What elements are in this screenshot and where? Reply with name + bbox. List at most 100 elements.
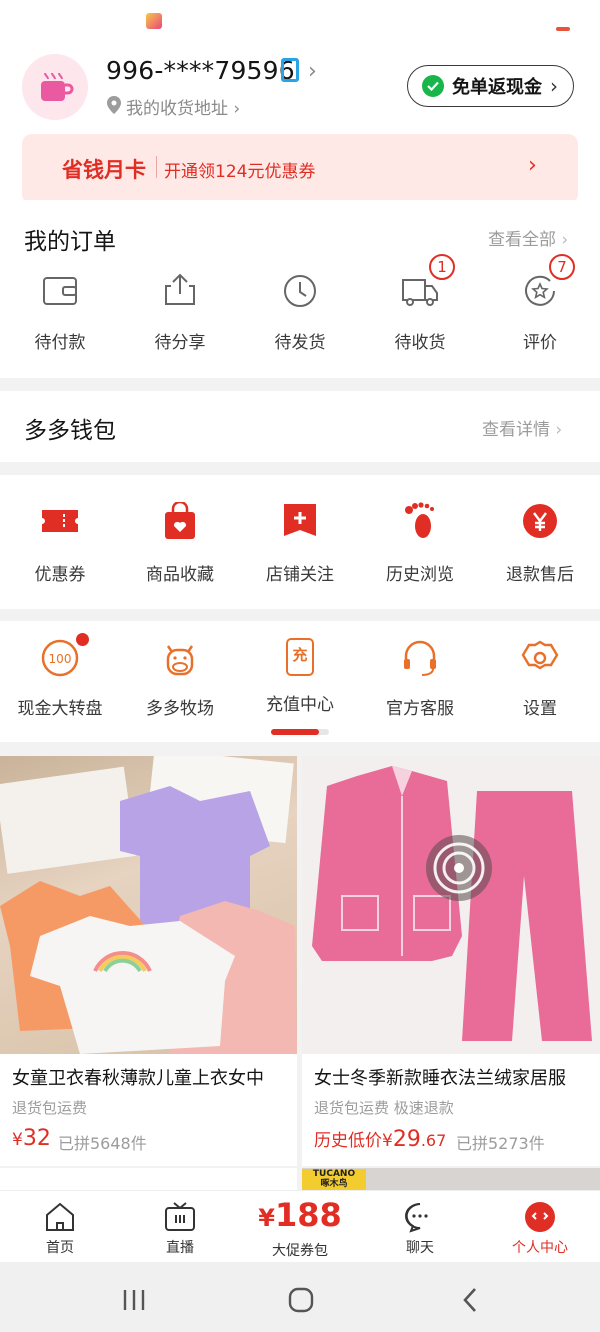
svg-text:100: 100 — [49, 652, 72, 666]
price-value: 29 — [392, 1127, 421, 1152]
phone-icon[interactable] — [281, 58, 299, 82]
order-label: 待分享 — [154, 333, 206, 353]
check-icon — [422, 75, 444, 97]
chevron-right-icon[interactable]: › — [528, 153, 537, 178]
coupon-icon — [42, 510, 78, 532]
service-cash-wheel[interactable]: 100 现金大转盘 — [0, 638, 120, 719]
product-title[interactable]: 女童卫衣春秋薄款儿童上衣女中 — [12, 1064, 288, 1090]
sold-count: 已拼5648件 — [58, 1134, 147, 1153]
location-pin-icon — [107, 96, 121, 114]
service-label: 官方客服 — [386, 699, 454, 719]
nav-label: 聊天 — [406, 1240, 434, 1256]
product-image-kids-sweatshirts[interactable] — [0, 756, 297, 1054]
product-card-peek — [0, 1168, 297, 1190]
order-label: 待发货 — [274, 333, 326, 353]
currency-symbol: ¥ — [258, 1204, 275, 1232]
product-price: ¥32 — [12, 1126, 51, 1151]
clock-icon — [284, 275, 316, 307]
shortcut-label: 店铺关注 — [266, 565, 334, 585]
back-icon — [463, 1288, 476, 1312]
cow-icon — [166, 645, 194, 676]
settings-icon — [521, 640, 559, 670]
nav-live[interactable]: 直播 — [120, 1201, 240, 1257]
recent-apps-button[interactable] — [121, 1288, 147, 1316]
price-prefix: 历史低价 — [314, 1131, 382, 1151]
cup-icon — [41, 72, 74, 101]
app-notification-icon — [146, 13, 162, 29]
currency-symbol: ¥ — [12, 1130, 23, 1150]
service-recharge[interactable]: 充 充值中心 — [240, 638, 360, 715]
order-pending-payment[interactable]: 待付款 — [0, 272, 120, 353]
free-order-cashback-button[interactable]: 免单返现金 › — [407, 65, 574, 107]
nav-coupon-pack[interactable]: ¥188 大促券包 — [240, 1196, 360, 1260]
orders-title: 我的订单 — [24, 229, 116, 255]
shortcut-label: 优惠券 — [34, 565, 86, 585]
product-price: 历史低价¥29.67 — [314, 1126, 446, 1152]
notification-dot — [76, 633, 89, 646]
share-icon — [165, 273, 195, 305]
order-pending-shipment[interactable]: 待发货 — [240, 272, 360, 353]
savings-card-subtitle: 开通领124元优惠券 — [164, 162, 316, 182]
order-pending-receipt[interactable]: 待收货 — [360, 272, 480, 353]
view-wallet-details-link[interactable]: 查看详情 › — [482, 415, 562, 440]
shortcut-label: 退款售后 — [506, 565, 574, 585]
service-settings[interactable]: 设置 — [480, 638, 600, 719]
nav-label: 个人中心 — [512, 1240, 568, 1256]
shortcut-refunds[interactable]: 退款售后 — [480, 502, 600, 585]
store-plus-icon — [284, 504, 316, 536]
nav-home[interactable]: 首页 — [0, 1201, 120, 1257]
nav-label: 直播 — [166, 1240, 194, 1256]
home-button[interactable] — [287, 1286, 315, 1318]
shortcut-followed-stores[interactable]: 店铺关注 — [240, 502, 360, 585]
view-details-label: 查看详情 — [482, 420, 550, 440]
brand-logo: TUCANO 啄木鸟 — [302, 1169, 366, 1190]
shipping-address-link[interactable]: 我的收货地址 › — [126, 94, 240, 119]
view-all-orders-link[interactable]: 查看全部 › — [488, 225, 568, 250]
bag-heart-icon — [165, 500, 195, 539]
footprint-icon — [405, 502, 434, 538]
amount-value: 188 — [274, 1196, 342, 1234]
shortcut-coupons[interactable]: 优惠券 — [0, 502, 120, 585]
view-all-label: 查看全部 — [488, 230, 556, 250]
home-icon — [46, 1202, 74, 1231]
service-label: 多多牧场 — [146, 699, 214, 719]
nav-label: 大促券包 — [272, 1243, 328, 1259]
service-label: 设置 — [523, 699, 557, 719]
tv-icon — [165, 1202, 195, 1231]
shortcut-history[interactable]: 历史浏览 — [360, 502, 480, 585]
status-indicator-icon — [556, 27, 570, 31]
product-image-pajamas[interactable] — [302, 756, 600, 1054]
shortcut-label: 历史浏览 — [386, 565, 454, 585]
order-label: 待收货 — [394, 333, 446, 353]
nav-chat[interactable]: 聊天 — [360, 1201, 480, 1257]
price-cents: .67 — [420, 1131, 447, 1150]
count-badge: 7 — [549, 254, 575, 280]
service-ranch[interactable]: 多多牧场 — [120, 638, 240, 719]
recharge-icon: 充 — [286, 638, 314, 676]
wallet-icon — [43, 277, 77, 305]
avatar[interactable] — [22, 54, 88, 120]
recent-apps-icon — [123, 1290, 145, 1310]
coupon-pack-amount: ¥188 — [240, 1196, 360, 1240]
wheel-100-icon: 100 — [41, 639, 79, 677]
order-review[interactable]: 评价 — [480, 272, 600, 353]
chevron-right-icon: › — [550, 74, 558, 98]
service-label: 充值中心 — [266, 695, 334, 715]
order-label: 待付款 — [34, 333, 86, 353]
service-customer-support[interactable]: 官方客服 — [360, 638, 480, 719]
cashback-label: 免单返现金 — [452, 77, 542, 98]
chat-icon — [405, 1203, 428, 1233]
back-button[interactable] — [460, 1286, 480, 1318]
order-label: 评价 — [523, 333, 557, 353]
divider — [156, 156, 157, 178]
product-title[interactable]: 女士冬季新款睡衣法兰绒家居服 — [314, 1064, 594, 1090]
shortcut-favorites[interactable]: 商品收藏 — [120, 500, 240, 585]
product-tags: 退货包运费 — [12, 1099, 88, 1117]
savings-card-title: 省钱月卡 — [62, 158, 146, 182]
profile-icon — [525, 1202, 555, 1232]
page-indicator-thumb — [271, 729, 319, 735]
user-phone[interactable]: 996-****79596 — [106, 56, 295, 85]
order-pending-share[interactable]: 待分享 — [120, 272, 240, 353]
nav-profile[interactable]: 个人中心 — [480, 1201, 600, 1257]
chevron-right-icon[interactable]: › — [308, 59, 317, 84]
